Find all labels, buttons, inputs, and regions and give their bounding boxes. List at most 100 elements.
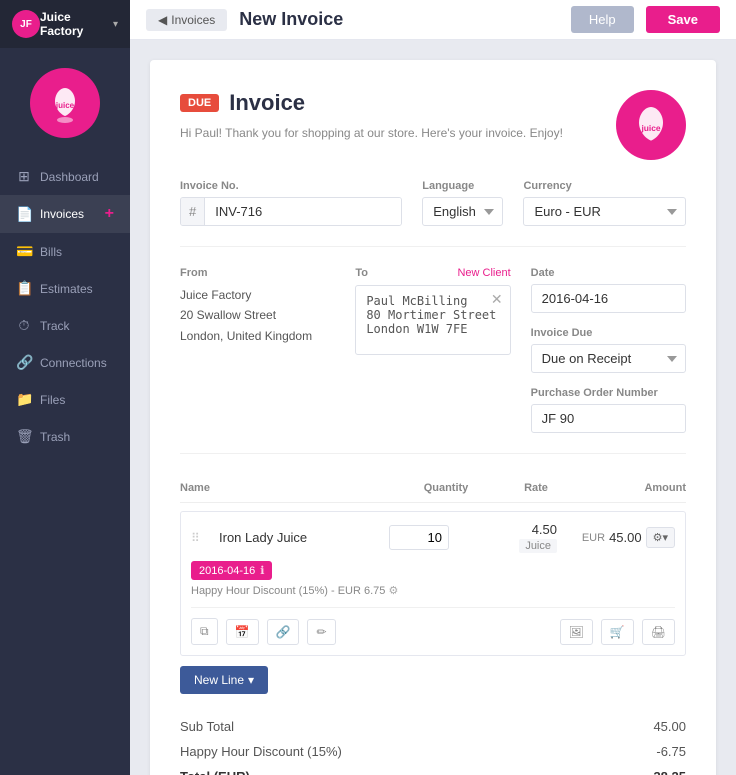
invoice-card: DUE Invoice Hi Paul! Thank you for shopp… <box>150 60 716 775</box>
rate-area: 4.50 Juice <box>477 522 557 553</box>
invoice-no-input[interactable] <box>205 198 401 225</box>
nav-plus-icon[interactable]: + <box>105 205 114 223</box>
sidebar-item-label: Invoices <box>40 207 84 221</box>
drag-handle-icon[interactable]: ⠿ <box>191 531 211 545</box>
calendar-icon-btn[interactable]: 📅 <box>226 619 259 645</box>
image-icon-btn[interactable]: 🖼 <box>560 619 593 645</box>
line-item-top: ⠿ 4.50 Juice EUR 45.00 ⚙▾ <box>191 522 675 553</box>
to-group: To New Client Paul McBilling 80 Mortimer… <box>355 267 510 433</box>
date-label: Date <box>531 267 686 279</box>
sidebar: JF Juice Factory ▾ juice ⊞ Dashboard 📄 I… <box>0 0 130 775</box>
to-label: To <box>355 267 368 279</box>
sidebar-item-label: Bills <box>40 245 62 259</box>
date-pill: 2016-04-16 ℹ <box>191 561 272 580</box>
date-input[interactable] <box>531 284 686 313</box>
line-gear-button[interactable]: ⚙▾ <box>646 527 675 548</box>
estimates-icon: 📋 <box>16 280 32 297</box>
to-textarea-wrapper: Paul McBilling 80 Mortimer Street London… <box>355 285 510 358</box>
sidebar-item-label: Estimates <box>40 282 93 296</box>
new-line-chevron-icon: ▾ <box>248 673 254 687</box>
sidebar-item-invoices[interactable]: 📄 Invoices + <box>0 195 130 233</box>
sidebar-item-trash[interactable]: 🗑 Trash <box>0 418 130 455</box>
invoices-icon: 📄 <box>16 206 32 223</box>
col-amount: Amount <box>586 482 686 494</box>
help-button[interactable]: Help <box>571 6 634 33</box>
sidebar-item-track[interactable]: ⏱ Track <box>0 307 130 344</box>
sidebar-chevron-icon: ▾ <box>113 19 118 30</box>
print-icon-btn[interactable]: 🖨 <box>642 619 675 645</box>
amount-area: EUR 45.00 ⚙▾ <box>565 527 675 548</box>
from-to-date-row: From Juice Factory 20 Swallow Street Lon… <box>180 267 686 433</box>
subtotal-row: Sub Total 45.00 <box>180 714 686 739</box>
line-name-input[interactable] <box>219 530 381 545</box>
invoice-due-select[interactable]: Due on Receipt <box>531 344 686 373</box>
sidebar-item-label: Dashboard <box>40 170 99 184</box>
rate-tag: Juice <box>519 539 557 553</box>
language-group: Language English (US) <box>422 180 503 226</box>
sidebar-logo-area: juice <box>30 48 100 148</box>
sidebar-item-estimates[interactable]: 📋 Estimates <box>0 270 130 307</box>
currency-select[interactable]: Euro - EUR <box>523 197 686 226</box>
col-name: Name <box>180 482 396 494</box>
currency-label: Currency <box>523 180 686 192</box>
from-group: From Juice Factory 20 Swallow Street Lon… <box>180 267 335 433</box>
total-row: Total (EUR) 38.25 <box>180 764 686 775</box>
date-pill-value: 2016-04-16 <box>199 565 255 577</box>
sidebar-header[interactable]: JF Juice Factory ▾ <box>0 0 130 48</box>
sidebar-item-files[interactable]: 📁 Files <box>0 381 130 418</box>
sidebar-avatar: JF <box>12 10 40 38</box>
to-address-input[interactable]: Paul McBilling 80 Mortimer Street London… <box>355 285 510 355</box>
invoice-meta-row: Invoice No. # Language English (US) Curr… <box>180 180 686 226</box>
invoice-title-row: DUE Invoice <box>180 90 563 116</box>
save-button[interactable]: Save <box>646 6 720 33</box>
edit-icon-btn[interactable]: ✏ <box>307 619 335 645</box>
invoice-logo: juice <box>616 90 686 160</box>
totals-section: Sub Total 45.00 Happy Hour Discount (15%… <box>180 714 686 775</box>
dashboard-icon: ⊞ <box>16 168 32 185</box>
sidebar-item-dashboard[interactable]: ⊞ Dashboard <box>0 158 130 195</box>
discount-label: Happy Hour Discount (15%) - EUR 6.75 <box>191 585 385 597</box>
new-line-button[interactable]: New Line ▾ <box>180 666 268 694</box>
quantity-input[interactable] <box>389 525 449 550</box>
date-group: Date Invoice Due Due on Receipt Purchase… <box>531 267 686 433</box>
sidebar-item-bills[interactable]: 💳 Bills <box>0 233 130 270</box>
from-label: From <box>180 267 335 279</box>
line-item-date: 2016-04-16 ℹ <box>191 561 675 580</box>
sidebar-nav: ⊞ Dashboard 📄 Invoices + 💳 Bills 📋 Estim… <box>0 158 130 455</box>
line-amount: 45.00 <box>609 530 642 545</box>
hash-icon: # <box>181 198 205 225</box>
to-close-icon[interactable]: ✕ <box>491 291 503 308</box>
rate-value: 4.50 <box>532 522 557 537</box>
date-pill-info-icon[interactable]: ℹ <box>260 564 264 577</box>
from-line1: Juice Factory <box>180 285 335 305</box>
page-title: New Invoice <box>239 9 343 30</box>
col-rate: Rate <box>496 482 576 494</box>
po-group: Purchase Order Number <box>531 387 686 433</box>
po-input[interactable] <box>531 404 686 433</box>
cart-icon-btn[interactable]: 🛒 <box>601 619 634 645</box>
subtotal-value: 45.00 <box>653 719 686 734</box>
sidebar-item-label: Connections <box>40 356 107 370</box>
sidebar-item-label: Track <box>40 319 70 333</box>
date-section: Date Invoice Due Due on Receipt Purchase… <box>531 267 686 433</box>
sidebar-item-label: Trash <box>40 430 70 444</box>
po-label: Purchase Order Number <box>531 387 686 399</box>
to-header: To New Client <box>355 267 510 279</box>
line-item: ⠿ 4.50 Juice EUR 45.00 ⚙▾ 2016-04 <box>180 511 686 656</box>
back-chevron-icon: ◀ <box>158 13 167 27</box>
invoice-no-label: Invoice No. <box>180 180 402 192</box>
discount-info-icon[interactable]: ⚙ <box>388 585 398 597</box>
connections-icon: 🔗 <box>16 354 32 371</box>
discount-row-label: Happy Hour Discount (15%) <box>180 744 342 759</box>
from-line3: London, United Kingdom <box>180 326 335 346</box>
duplicate-icon-btn[interactable]: ⧉ <box>191 618 218 645</box>
link-icon-btn[interactable]: 🔗 <box>267 619 300 645</box>
files-icon: 📁 <box>16 391 32 408</box>
sidebar-company-name: Juice Factory <box>40 10 113 38</box>
breadcrumb-button[interactable]: ◀ Invoices <box>146 9 227 31</box>
language-select[interactable]: English (US) <box>422 197 503 226</box>
sidebar-item-connections[interactable]: 🔗 Connections <box>0 344 130 381</box>
new-client-link[interactable]: New Client <box>457 267 510 279</box>
invoice-title: Invoice <box>229 90 305 116</box>
svg-text:juice: juice <box>640 123 660 133</box>
